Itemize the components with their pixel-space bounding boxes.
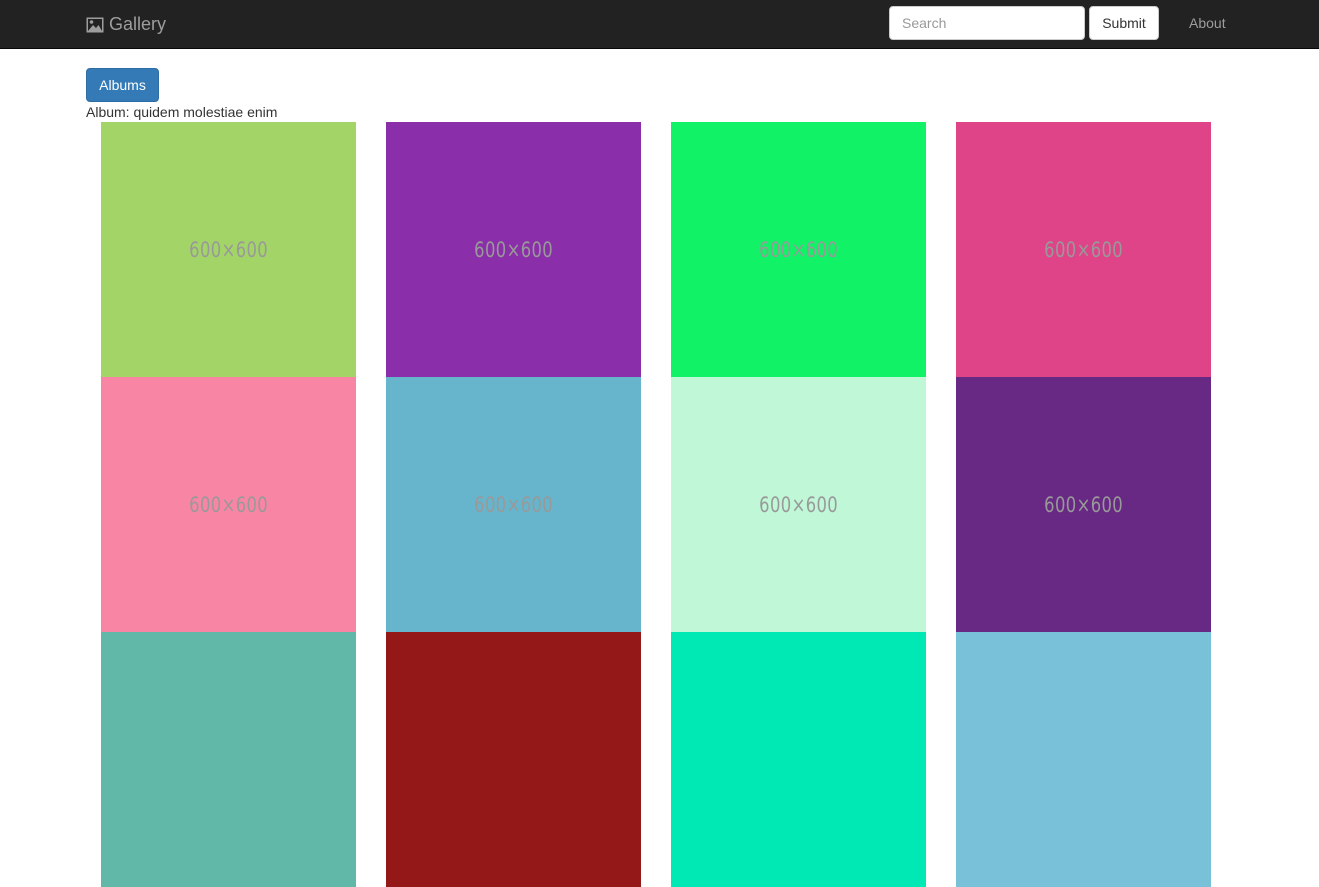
photo-thumbnail[interactable] xyxy=(671,632,926,887)
about-link[interactable]: About xyxy=(1189,15,1226,31)
photo-size-label: 600×600 xyxy=(758,492,838,517)
photo-thumbnail[interactable] xyxy=(386,632,641,887)
photo-thumbnail[interactable]: 600×600 xyxy=(956,122,1211,377)
albums-button[interactable]: Albums xyxy=(86,68,159,102)
search-input[interactable] xyxy=(889,6,1085,40)
submit-button[interactable]: Submit xyxy=(1089,6,1159,40)
photo-thumbnail[interactable]: 600×600 xyxy=(386,377,641,632)
photo-thumbnail[interactable]: 600×600 xyxy=(101,377,356,632)
picture-icon xyxy=(86,16,104,33)
top-navbar: Gallery Submit About xyxy=(0,0,1319,49)
photo-size-label: 600×600 xyxy=(1043,237,1123,262)
photo-thumbnail[interactable] xyxy=(101,632,356,887)
photo-thumbnail[interactable] xyxy=(956,632,1211,887)
photo-grid: 600×600 600×600 600×600 600×600 600×600 … xyxy=(101,122,1211,887)
photo-thumbnail[interactable]: 600×600 xyxy=(671,122,926,377)
photo-size-label: 600×600 xyxy=(188,492,268,517)
photo-thumbnail[interactable]: 600×600 xyxy=(956,377,1211,632)
photo-size-label: 600×600 xyxy=(1043,492,1123,517)
photo-thumbnail[interactable]: 600×600 xyxy=(101,122,356,377)
photo-thumbnail[interactable]: 600×600 xyxy=(671,377,926,632)
photo-size-label: 600×600 xyxy=(188,237,268,262)
brand-link[interactable]: Gallery xyxy=(86,13,166,35)
photo-size-label: 600×600 xyxy=(473,237,553,262)
brand-label: Gallery xyxy=(109,14,167,34)
photo-thumbnail[interactable]: 600×600 xyxy=(386,122,641,377)
photo-size-label: 600×600 xyxy=(758,237,838,262)
album-caption: Album: quidem molestiae enim xyxy=(86,104,278,120)
photo-size-label: 600×600 xyxy=(473,492,553,517)
